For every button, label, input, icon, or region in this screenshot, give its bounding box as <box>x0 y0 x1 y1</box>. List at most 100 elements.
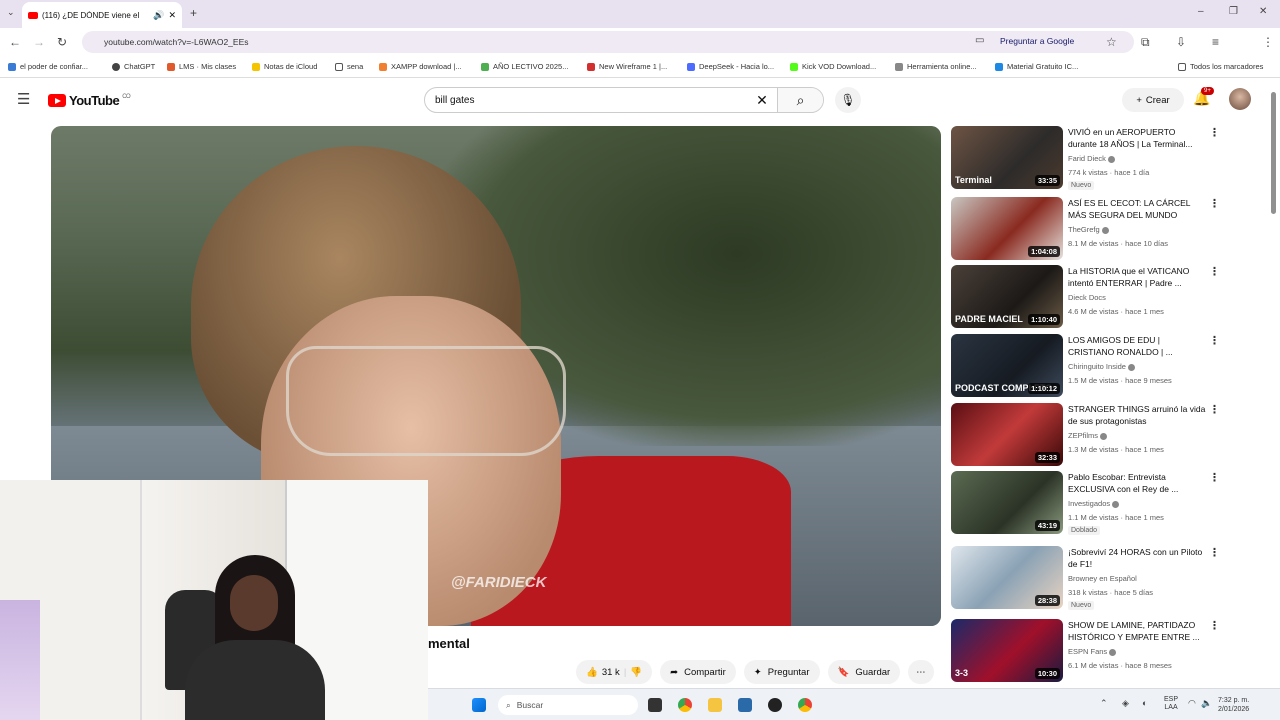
wifi-icon[interactable]: ◠ <box>1188 699 1196 708</box>
video-title-link[interactable]: La HISTORIA que el VATICANO intentó ENTE… <box>1068 265 1206 289</box>
tray-chevron-icon[interactable]: ⌃ <box>1100 699 1108 708</box>
new-tab-icon[interactable]: + <box>190 7 197 19</box>
share-button[interactable]: ➦ Compartir <box>660 660 736 684</box>
taskbar-search[interactable]: ⌕ Buscar <box>498 695 638 715</box>
tab-close-icon[interactable]: ✕ <box>168 10 176 21</box>
video-thumbnail[interactable]: 28:38 <box>951 546 1063 609</box>
clear-search-icon[interactable]: ✕ <box>747 92 777 109</box>
channel-name[interactable]: Chiringuito Inside <box>1068 362 1135 371</box>
video-title-link[interactable]: LOS AMIGOS DE EDU | CRISTIANO RONALDO | … <box>1068 334 1206 358</box>
more-options-icon[interactable]: ⋮ <box>1209 265 1220 278</box>
more-actions-button[interactable]: ⋯ <box>908 660 934 684</box>
bookmark-item[interactable]: LMS · Mis clases <box>167 62 236 71</box>
channel-name[interactable]: TheGrefg <box>1068 225 1109 234</box>
like-count[interactable]: 31 k <box>602 667 620 678</box>
tray-app-icon[interactable]: ◈ <box>1122 699 1129 708</box>
search-input[interactable]: bill gates <box>425 95 747 106</box>
bookmark-item[interactable]: Material Gratuito IC... <box>995 62 1078 71</box>
video-title-link[interactable]: VIVIÓ en un AEROPUERTO durante 18 AÑOS |… <box>1068 126 1206 150</box>
forward-icon[interactable]: → <box>33 36 45 48</box>
recommended-video[interactable]: 43:19 Pablo Escobar: Entrevista EXCLUSIVA… <box>951 471 1221 535</box>
bookmark-star-icon[interactable]: ☆ <box>1106 36 1117 48</box>
video-thumbnail[interactable]: Terminal 33:35 <box>951 126 1063 189</box>
reload-icon[interactable]: ↻ <box>57 36 67 48</box>
volume-icon[interactable]: 🔈 <box>1201 699 1212 708</box>
bookmark-folder[interactable]: sena <box>335 62 363 71</box>
video-thumbnail[interactable]: PADRE MACIEL 1:10:40 <box>951 265 1063 328</box>
page-scrollbar[interactable] <box>1271 92 1276 214</box>
bookmark-item[interactable]: DeepSeek - Hacia lo... <box>687 62 774 71</box>
search-box[interactable]: bill gates ✕ ⌕ <box>424 87 824 113</box>
recommended-video[interactable]: Terminal 33:35 VIVIÓ en un AEROPUERTO dura… <box>951 126 1221 190</box>
voice-search-icon[interactable]: 🎙 <box>835 87 861 113</box>
more-options-icon[interactable]: ⋮ <box>1209 126 1220 139</box>
bookmark-item[interactable]: ChatGPT <box>112 62 155 71</box>
bookmark-item[interactable]: Herramienta online... <box>895 62 977 71</box>
more-options-icon[interactable]: ⋮ <box>1209 546 1220 559</box>
video-title-link[interactable]: STRANGER THINGS arruinó la vida de sus p… <box>1068 403 1206 427</box>
tab-audio-icon[interactable]: 🔊 <box>153 10 164 21</box>
channel-name[interactable]: Dieck Docs <box>1068 293 1106 302</box>
cast-icon[interactable]: ▭ <box>975 36 984 46</box>
downloads-icon[interactable]: ⇩ <box>1176 36 1186 48</box>
ask-google-button[interactable]: Preguntar a Google <box>1000 36 1074 46</box>
bookmark-item[interactable]: New Wireframe 1 |... <box>587 62 667 71</box>
channel-name[interactable]: Browney en Español <box>1068 574 1137 583</box>
more-options-icon[interactable]: ⋮ <box>1209 471 1220 484</box>
recommended-video[interactable]: PODCAST COMPLETO 1:10:12 LOS AMIGOS DE EDU… <box>951 334 1221 398</box>
more-options-icon[interactable]: ⋮ <box>1209 619 1220 632</box>
video-thumbnail[interactable]: 43:19 <box>951 471 1063 534</box>
more-options-icon[interactable]: ⋮ <box>1209 334 1220 347</box>
browser-menu-icon[interactable]: ⋮ <box>1262 36 1274 48</box>
recommended-video[interactable]: 3-3 10:30 SHOW DE LAMINE, PARTIDAZO HISTÓR… <box>951 619 1221 683</box>
create-button[interactable]: + Crear <box>1122 88 1184 112</box>
account-avatar[interactable] <box>1229 88 1251 110</box>
recommended-video[interactable]: 28:38 ¡Sobreviví 24 HORAS con un Piloto d… <box>951 546 1221 610</box>
bookmark-item[interactable]: Kick VOD Download... <box>790 62 876 71</box>
ask-button[interactable]: ✦ Preguntar <box>743 660 820 684</box>
chrome-taskbar-icon-2[interactable] <box>798 698 812 712</box>
channel-name[interactable]: Investigados <box>1068 499 1120 508</box>
menu-icon[interactable]: ☰ <box>17 92 30 107</box>
more-options-icon[interactable]: ⋮ <box>1209 197 1220 210</box>
browser-tab[interactable]: (116) ¿DE DÓNDE viene el 🔊 ✕ <box>22 2 182 28</box>
video-thumbnail[interactable]: 1:04:08 <box>951 197 1063 260</box>
bookmark-item[interactable]: AÑO LECTIVO 2025... <box>481 62 568 71</box>
recommended-video[interactable]: 32:33 STRANGER THINGS arruinó la vida de … <box>951 403 1221 467</box>
bookmark-item[interactable]: el poder de confiar... <box>8 62 88 71</box>
clock[interactable]: 7:32 p. m. 2/01/2026 <box>1218 696 1249 714</box>
video-title-link[interactable]: SHOW DE LAMINE, PARTIDAZO HISTÓRICO Y EM… <box>1068 619 1206 643</box>
like-icon[interactable]: 👍 <box>586 667 598 678</box>
recommended-video[interactable]: 1:04:08 ASÍ ES EL CECOT: LA CÁRCEL MÁS SE… <box>951 197 1221 261</box>
video-thumbnail[interactable]: 3-3 10:30 <box>951 619 1063 682</box>
bookmark-item[interactable]: Notas de iCloud <box>252 62 317 71</box>
close-window-icon[interactable]: ✕ <box>1259 7 1267 17</box>
video-title-link[interactable]: ¡Sobreviví 24 HORAS con un Piloto de F1! <box>1068 546 1206 570</box>
bookmark-item[interactable]: XAMPP download |... <box>379 62 462 71</box>
channel-name[interactable]: ESPN Fans <box>1068 647 1117 656</box>
extensions-icon[interactable]: ⧉ <box>1141 36 1150 48</box>
tray-app-icon-2[interactable]: ◐ <box>1142 699 1147 708</box>
chrome-taskbar-icon[interactable] <box>678 698 692 712</box>
app-taskbar-icon[interactable] <box>738 698 752 712</box>
video-title-link[interactable]: ASÍ ES EL CECOT: LA CÁRCEL MÁS SEGURA DE… <box>1068 197 1206 221</box>
video-title-link[interactable]: Pablo Escobar: Entrevista EXCLUSIVA con … <box>1068 471 1206 495</box>
language-indicator[interactable]: ESP LAA <box>1164 696 1178 712</box>
task-view-icon[interactable] <box>648 698 662 712</box>
search-button[interactable]: ⌕ <box>777 88 823 112</box>
recommended-video[interactable]: PADRE MACIEL 1:10:40 La HISTORIA que el VA… <box>951 265 1221 329</box>
video-thumbnail[interactable]: PODCAST COMPLETO 1:10:12 <box>951 334 1063 397</box>
youtube-logo[interactable]: YouTube CO <box>48 93 131 108</box>
tab-search-icon[interactable]: ⌄ <box>7 8 15 17</box>
app-taskbar-icon-2[interactable] <box>768 698 782 712</box>
minimize-icon[interactable]: – <box>1198 7 1204 17</box>
back-icon[interactable]: ← <box>9 36 21 48</box>
more-options-icon[interactable]: ⋮ <box>1209 403 1220 416</box>
dislike-icon[interactable]: 👎 <box>630 667 642 678</box>
tab-search-list-icon[interactable]: ≡ <box>1212 36 1219 48</box>
file-explorer-icon[interactable] <box>708 698 722 712</box>
windows-start-icon[interactable] <box>472 698 486 712</box>
restore-icon[interactable]: ❐ <box>1229 7 1238 17</box>
channel-name[interactable]: ZEPfilms <box>1068 431 1107 440</box>
all-bookmarks-folder[interactable]: Todos los marcadores <box>1178 62 1263 71</box>
